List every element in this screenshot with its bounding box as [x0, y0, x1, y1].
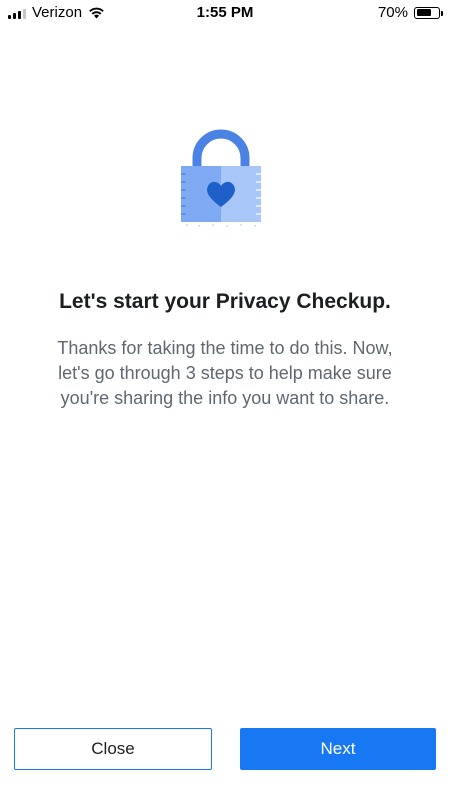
- privacy-checkup-screen: Verizon 1:55 PM 70% Let's start your Pri…: [0, 0, 450, 800]
- close-button[interactable]: Close: [14, 728, 212, 770]
- description-line: let's go through 3 steps to help make su…: [58, 363, 392, 383]
- battery-icon: [414, 6, 443, 19]
- battery-percentage: 70%: [377, 4, 408, 21]
- battery-fill: [416, 9, 432, 16]
- description: Thanks for taking the time to do this. N…: [30, 336, 420, 411]
- status-bar: Verizon 1:55 PM 70%: [0, 0, 450, 26]
- description-line: Thanks for taking the time to do this. N…: [57, 338, 393, 358]
- status-right: 70%: [377, 4, 443, 21]
- page-title: Let's start your Privacy Checkup.: [59, 290, 391, 313]
- next-button[interactable]: Next: [240, 728, 436, 770]
- lock-heart-icon: [181, 129, 261, 227]
- description-line: you're sharing the info you want to shar…: [60, 388, 390, 408]
